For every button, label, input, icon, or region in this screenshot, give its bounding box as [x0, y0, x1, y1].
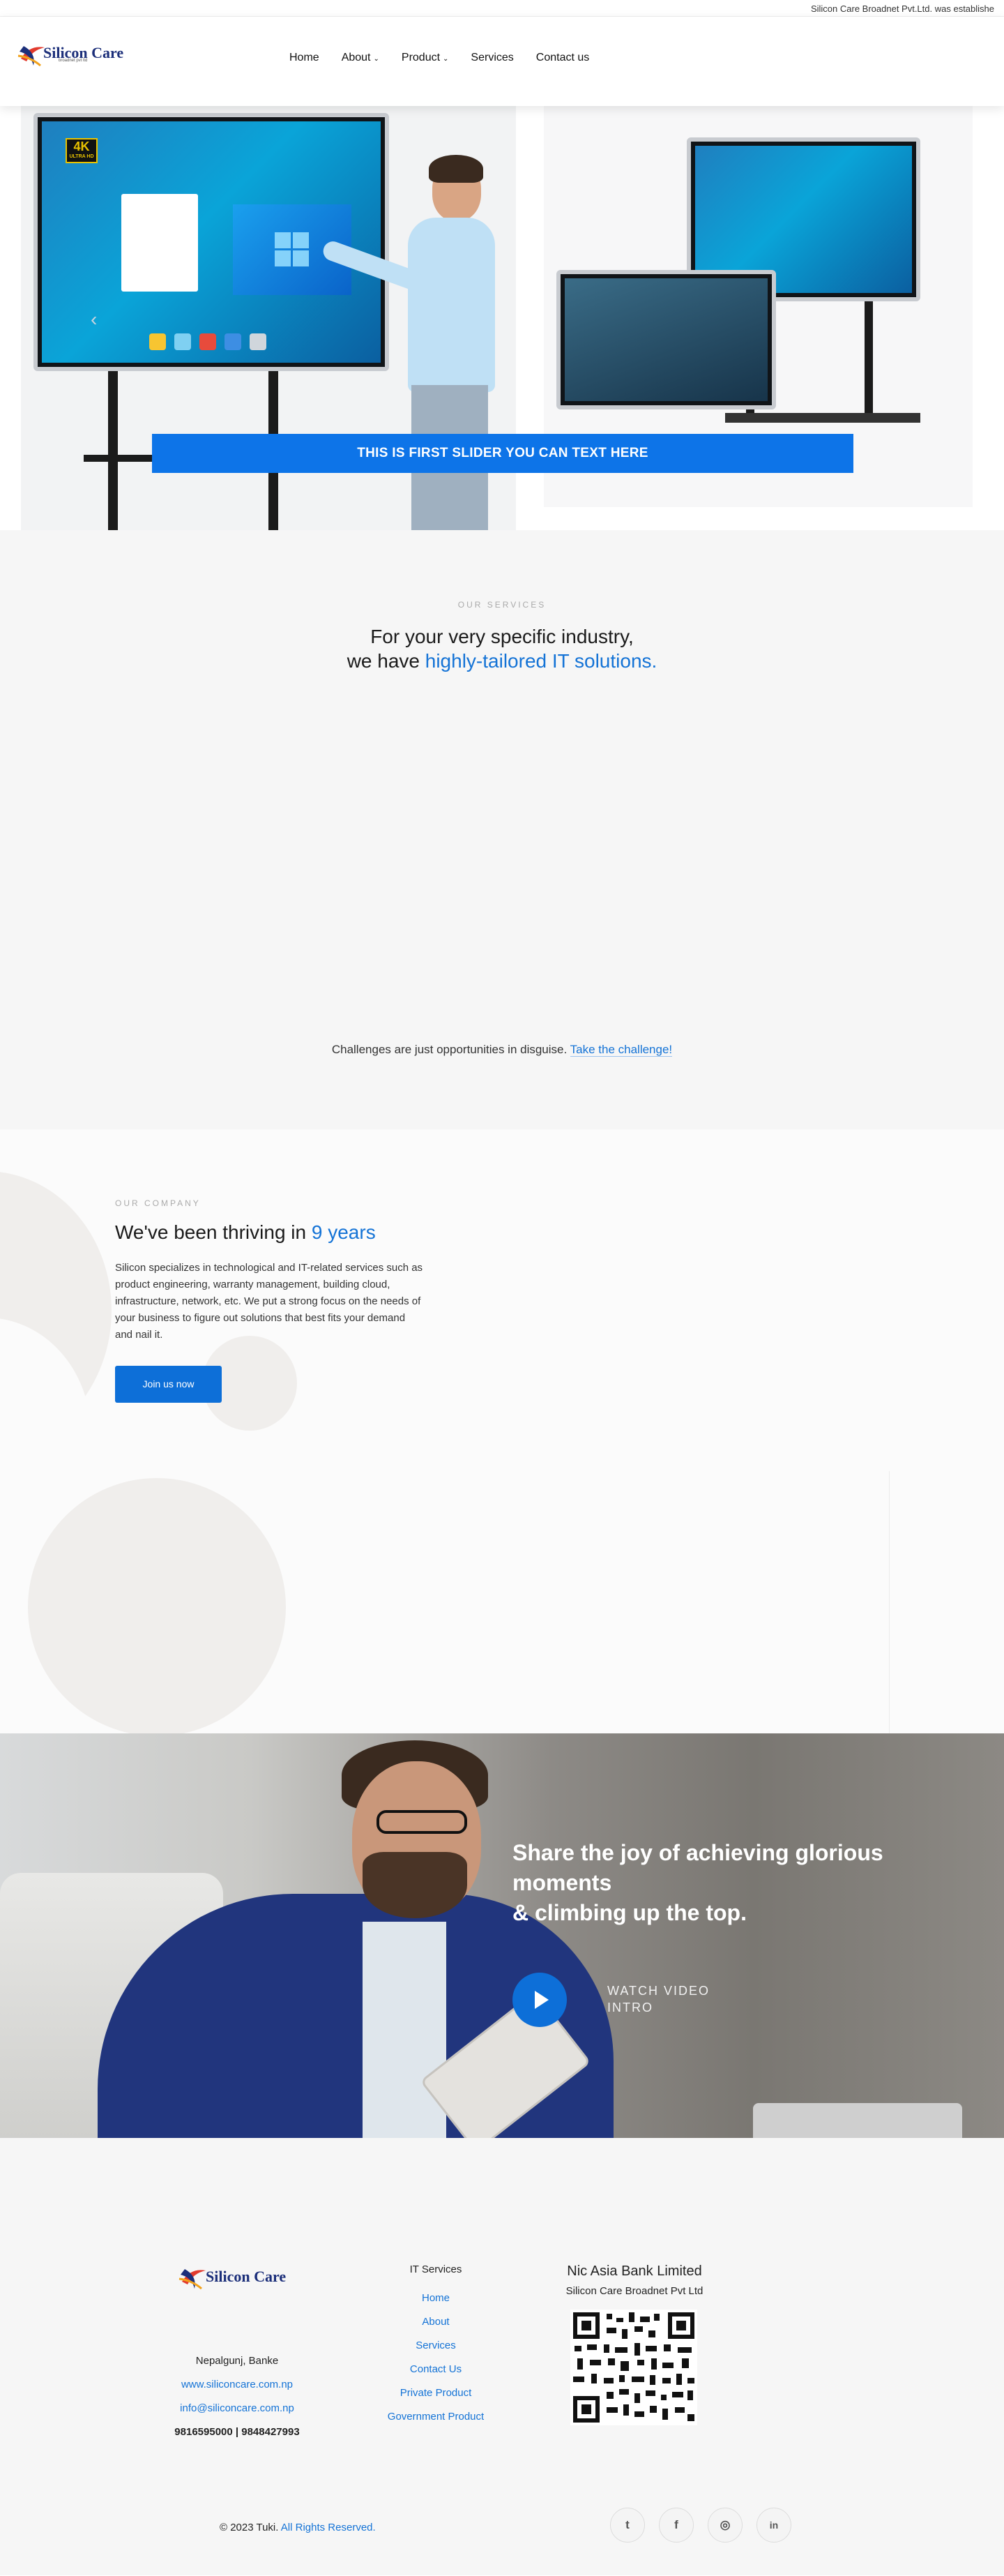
settings-icon — [250, 333, 266, 350]
video-heading-line2: moments — [512, 1870, 612, 1895]
top-bar: Silicon Care Broadnet Pvt.Ltd. was estab… — [0, 0, 1004, 17]
main-nav: Home About ⌄ Product ⌄ Services Contact us — [289, 52, 611, 64]
rights-link[interactable]: All Rights Reserved. — [281, 2522, 376, 2533]
glasses-image — [376, 1810, 467, 1834]
copyright: © 2023 Tuki. All Rights Reserved. — [220, 2522, 376, 2533]
site-footer: Silicon Care Nepalgunj, Banke www.silico… — [0, 2138, 1004, 2575]
nav-services-label: Services — [471, 52, 514, 63]
footer-email-link[interactable]: info@siliconcare.com.np — [139, 2397, 335, 2420]
chevron-down-icon: ⌄ — [373, 54, 379, 63]
footer-links-heading: IT Services — [409, 2264, 462, 2275]
nav-product[interactable]: Product ⌄ — [402, 52, 449, 64]
man-shirt-image — [363, 1922, 446, 2138]
4k-badge-subtext: ULTRA HD — [69, 154, 94, 159]
app-icon — [174, 333, 191, 350]
take-challenge-link[interactable]: Take the challenge! — [570, 1043, 673, 1057]
instagram-icon[interactable]: ◎ — [708, 2508, 743, 2543]
services-heading: For your very specific industry, we have… — [0, 624, 1004, 673]
calendar-widget-icon — [121, 194, 198, 292]
video-banner: Share the joy of achieving glorious mome… — [0, 1733, 1004, 2138]
payment-qr-code — [570, 2310, 697, 2425]
services-heading-prefix: we have — [347, 650, 425, 672]
services-heading-accent: highly-tailored IT solutions — [425, 650, 652, 672]
facebook-icon[interactable]: f — [659, 2508, 694, 2543]
copyright-text: © 2023 Tuki. — [220, 2522, 281, 2533]
company-heading-accent: 9 years — [311, 1221, 376, 1243]
join-us-button[interactable]: Join us now — [115, 1366, 222, 1403]
stand-leg — [108, 371, 118, 530]
nav-contact[interactable]: Contact us — [536, 52, 589, 64]
logo-mark-icon — [17, 38, 47, 68]
watch-video-link[interactable]: WATCH VIDEO INTRO — [607, 1982, 733, 2016]
app-dock — [149, 333, 266, 350]
chevron-down-icon: ⌄ — [443, 54, 449, 63]
site-logo[interactable]: Silicon Care broadnet pvt ltd — [17, 38, 123, 68]
footer-website-link[interactable]: www.siliconcare.com.np — [139, 2373, 335, 2397]
company-eyebrow: OUR COMPANY — [115, 1198, 201, 1208]
footer-link-about[interactable]: About — [363, 2310, 509, 2334]
company-description: Silicon specializes in technological and… — [115, 1262, 423, 1341]
slider-prev-arrow-icon[interactable]: ‹ — [91, 308, 97, 331]
browser-icon — [225, 333, 241, 350]
footer-logo-text: Silicon Care — [206, 2268, 287, 2285]
linkedin-icon[interactable]: in — [756, 2508, 791, 2543]
services-heading-suffix: . — [651, 650, 657, 672]
footer-link-government-product[interactable]: Government Product — [363, 2405, 509, 2429]
social-links: t f ◎ in — [610, 2508, 791, 2543]
panel-small-display — [565, 278, 768, 401]
challenge-text: Challenges are just opportunities in dis… — [331, 1043, 570, 1056]
site-header: Silicon Care broadnet pvt ltd Home About… — [0, 17, 1004, 106]
nav-about-label: About — [341, 52, 371, 63]
nav-contact-label: Contact us — [535, 52, 590, 63]
watch-video-line2: INTRO — [607, 2001, 653, 2014]
services-eyebrow: OUR SERVICES — [457, 600, 547, 610]
footer-contact: Nepalgunj, Banke www.siliconcare.com.np … — [139, 2349, 335, 2444]
hero-slider: 4K ULTRA HD ‹ THIS IS FIRST SLIDER YOU CA… — [0, 106, 1004, 530]
footer-link-home[interactable]: Home — [363, 2287, 509, 2310]
services-heading-line1: For your very specific industry, — [370, 626, 634, 647]
video-heading-line3: & climbing up the top. — [512, 1900, 747, 1925]
footer-link-contact[interactable]: Contact Us — [363, 2358, 509, 2381]
panel-stand-leg — [865, 301, 873, 420]
company-section: OUR COMPANY We've been thriving in 9 yea… — [0, 1129, 1004, 1733]
bank-name: Nic Asia Bank Limited — [567, 2264, 702, 2279]
announcement-ticker: Silicon Care Broadnet Pvt.Ltd. was estab… — [810, 3, 994, 14]
footer-logo[interactable]: Silicon Care — [178, 2261, 286, 2293]
watch-video-line1: WATCH VIDEO — [607, 1984, 710, 1998]
services-section: OUR SERVICES For your very specific indu… — [0, 530, 1004, 1129]
panel-stand-base — [725, 413, 920, 423]
decorative-blob — [28, 1478, 286, 1733]
nav-product-label: Product — [401, 52, 441, 63]
smart-panel-small-image — [556, 270, 776, 409]
windows-logo-icon — [275, 232, 310, 267]
4k-badge: 4K ULTRA HD — [66, 138, 98, 163]
qr-code-icon — [570, 2310, 697, 2425]
nav-home-label: Home — [289, 52, 319, 63]
footer-links: IT Services Home About Services Contact … — [363, 2264, 509, 2429]
app-icon — [199, 333, 216, 350]
company-heading: We've been thriving in 9 years — [115, 1221, 376, 1244]
challenge-line: Challenges are just opportunities in dis… — [0, 1043, 1004, 1057]
account-name: Silicon Care Broadnet Pvt Ltd — [565, 2285, 703, 2297]
nav-about[interactable]: About ⌄ — [342, 52, 379, 64]
slider-caption[interactable]: THIS IS FIRST SLIDER YOU CAN TEXT HERE — [152, 434, 853, 473]
play-button-icon[interactable] — [512, 1973, 567, 2027]
footer-address: Nepalgunj, Banke — [195, 2355, 279, 2367]
logo-tagline: broadnet pvt ltd — [59, 59, 88, 63]
footer-bank: Nic Asia Bank Limited Silicon Care Broad… — [544, 2264, 725, 2297]
footer-link-services[interactable]: Services — [363, 2334, 509, 2358]
4k-badge-text: 4K — [73, 140, 90, 153]
twitter-icon[interactable]: t — [610, 2508, 645, 2543]
footer-phones: 9816595000 | 9848427993 — [174, 2426, 300, 2438]
section-divider — [889, 1471, 890, 1733]
folder-icon — [149, 333, 166, 350]
man-beard-image — [363, 1852, 467, 1918]
laptop-image — [753, 2103, 962, 2138]
nav-home[interactable]: Home — [289, 52, 319, 64]
video-heading: Share the joy of achieving glorious mome… — [512, 1838, 931, 1928]
footer-link-private-product[interactable]: Private Product — [363, 2381, 509, 2405]
nav-services[interactable]: Services — [471, 52, 513, 64]
video-heading-line1: Share the joy of achieving glorious — [512, 1840, 883, 1865]
company-heading-prefix: We've been thriving in — [115, 1221, 312, 1243]
